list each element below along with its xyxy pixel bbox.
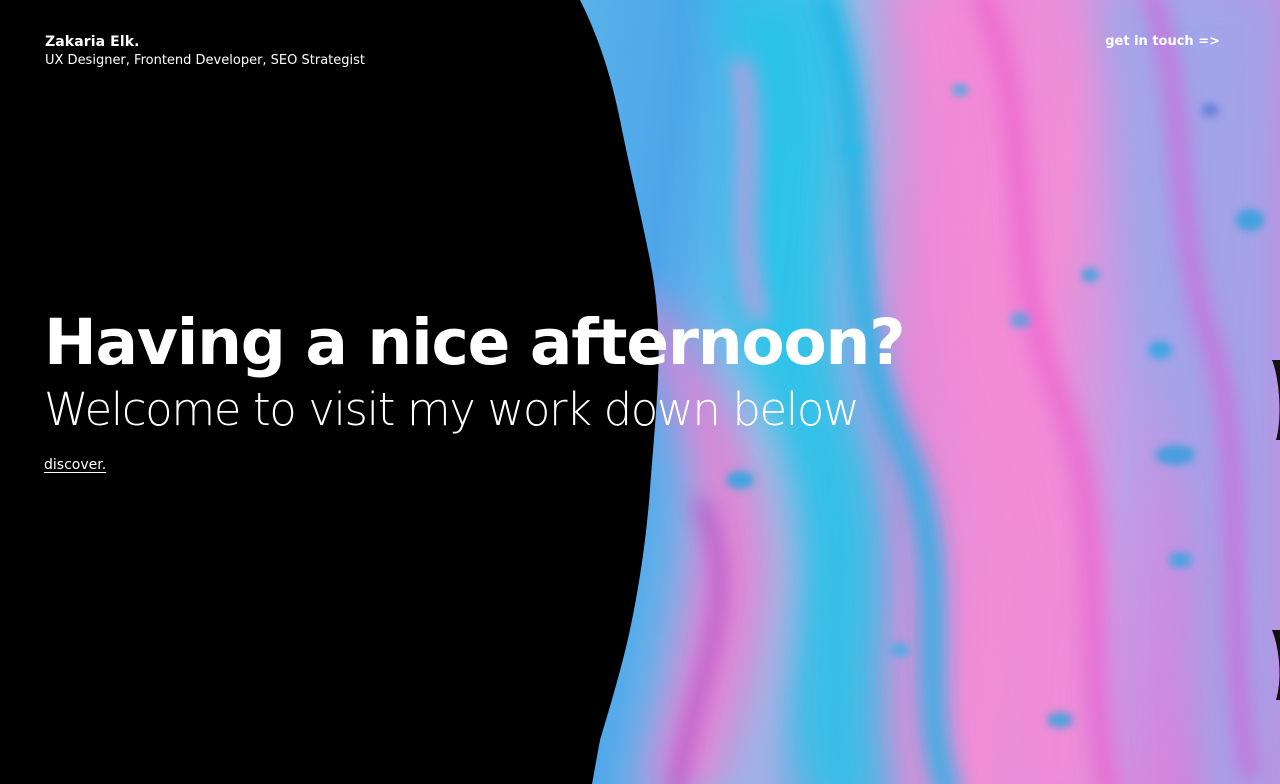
page: Zakaria Elk. UX Designer, Frontend Devel… — [0, 0, 1280, 784]
hero-text: Having a nice afternoon? Welcome to visi… — [44, 304, 906, 473]
hero-title: Having a nice afternoon? — [44, 306, 906, 379]
header-brand: Zakaria Elk. UX Designer, Frontend Devel… — [45, 33, 365, 70]
brand-tagline: UX Designer, Frontend Developer, SEO Str… — [45, 53, 365, 68]
discover-link[interactable]: discover. — [44, 457, 106, 473]
hero-subtitle: Welcome to visit my work down below — [44, 383, 860, 436]
brand-name: Zakaria Elk. — [45, 34, 140, 50]
get-in-touch-link[interactable]: get in touch => — [1105, 33, 1220, 51]
